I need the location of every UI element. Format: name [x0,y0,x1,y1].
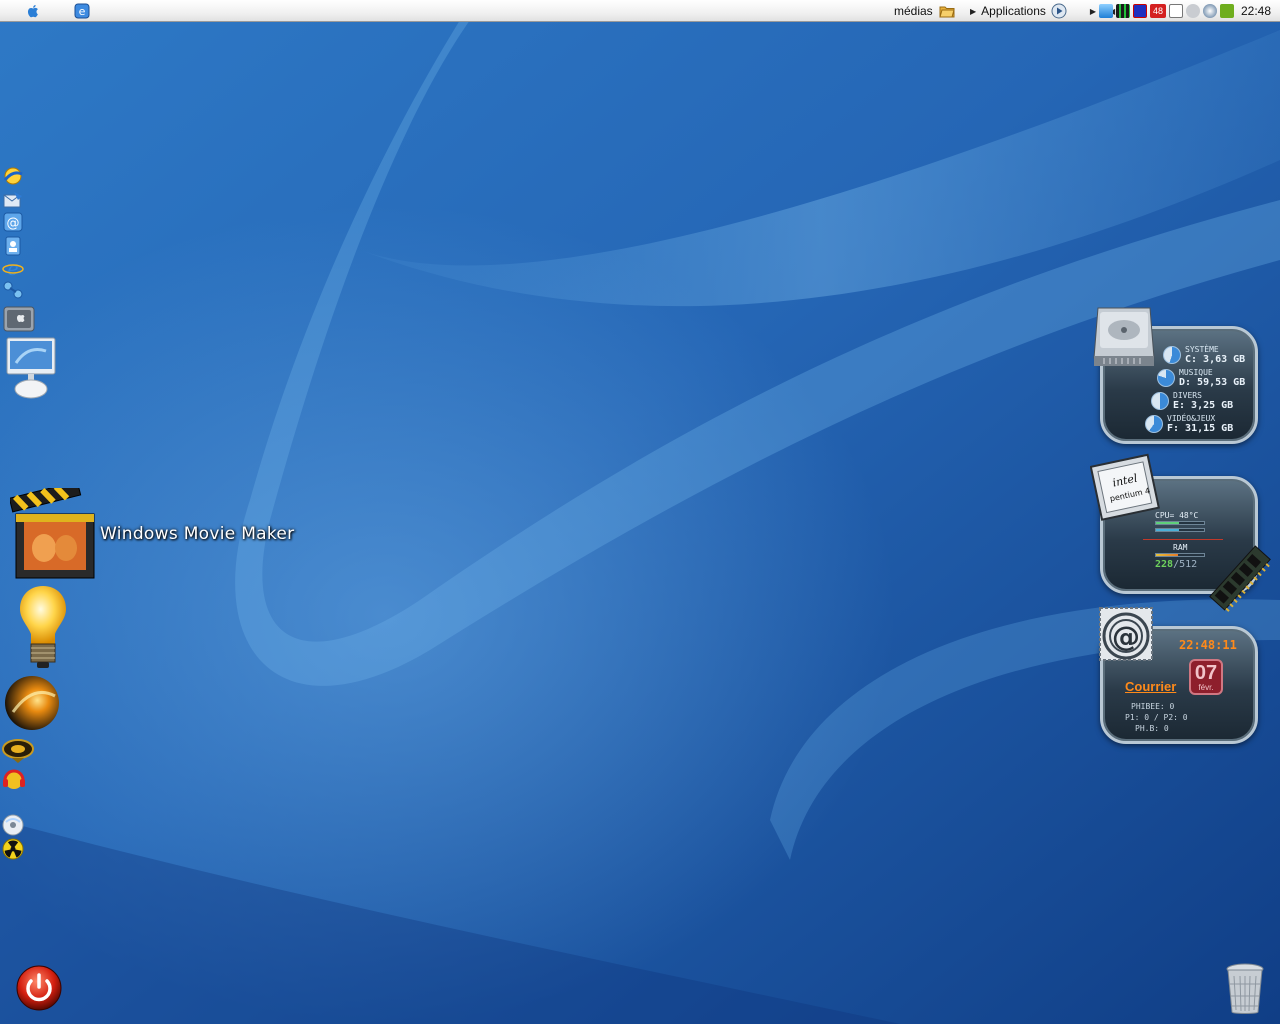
courrier-link[interactable]: Courrier [1125,679,1176,694]
hard-drive-icon [1093,307,1155,366]
cd-icon[interactable] [2,814,24,836]
cpu-meter-tray-icon[interactable] [1116,4,1130,18]
antivirus-tray-icon[interactable] [1133,4,1147,18]
folder-icon [939,6,955,18]
triangle-right-icon[interactable]: ▶ [1090,7,1096,16]
network-icon[interactable] [2,280,24,300]
cpu-usage-bar-2 [1155,528,1205,532]
svg-text:@: @ [1112,620,1140,653]
drive-usage-pie [1163,346,1181,364]
apple-menu-icon[interactable] [24,0,42,22]
address-book-icon[interactable] [2,236,24,256]
nvidia-tray-icon[interactable] [1220,4,1234,18]
ram-used: 228 [1155,559,1174,570]
lightbulb-icon[interactable] [16,584,70,672]
aim-icon[interactable] [2,166,24,186]
drive-size: C: 3,63 GB [1185,354,1246,365]
orb-icon[interactable] [3,674,61,732]
movie-maker-label[interactable]: Windows Movie Maker [100,524,294,544]
power-icon[interactable] [14,964,64,1012]
triangle-right-icon: ▶ [970,6,977,16]
svg-text:@: @ [7,216,20,231]
applications-menu[interactable]: ▶ Applications ▶ ◀ [970,0,1115,22]
top-menu-bar: e médias ▶ Applications ▶ ◀ 48 22:48 [0,0,1280,22]
mail-count-line: PHIBEE: 0 [1131,702,1175,711]
ram-label: RAM [1173,543,1188,552]
menubar-clock[interactable]: 22:48 [1241,0,1271,22]
movie-maker-icon[interactable] [10,488,98,582]
ram-readout: 228/512 [1155,559,1197,570]
drive-row[interactable]: MUSIQUE D: 59,53 GB [1157,368,1245,388]
internet-explorer-icon[interactable]: e [2,258,24,278]
temperature-tray-icon[interactable]: 48 [1150,4,1166,18]
speaker-icon[interactable] [2,738,34,764]
svg-text:e: e [7,258,18,278]
mail-count-line: P1: 0 / P2: 0 [1125,713,1188,722]
calendar-day: 07 [1194,661,1218,684]
imac-icon[interactable] [6,337,56,399]
drive-size: F: 31,15 GB [1167,423,1234,434]
mail-stamp-icon[interactable]: @ [1094,604,1158,668]
desktop-wallpaper [0,0,1280,1024]
security-tray-icon[interactable] [1169,4,1183,18]
calendar-date: 07 févr. [1189,659,1223,695]
drive-usage-pie [1145,415,1163,433]
mail-icon[interactable] [2,190,24,210]
system-tray: 48 [1099,0,1234,22]
svg-text:e: e [79,5,86,18]
mail-count-line: PH.B: 0 [1135,724,1169,733]
widget-clock: 22:48:11 [1179,638,1237,652]
volume-tray-icon[interactable] [1203,4,1217,18]
drive-row[interactable]: SYSTÈME C: 3,63 GB [1163,345,1245,365]
ram-total: /512 [1173,559,1198,570]
applications-label: Applications [981,4,1046,18]
headphones-icon[interactable] [2,768,26,790]
browser-quicklaunch-icon[interactable]: e [73,0,91,22]
medias-menu[interactable]: médias [894,0,955,22]
drive-size: E: 3,25 GB [1173,400,1234,411]
medias-label: médias [894,4,933,18]
drive-row[interactable]: DIVERS E: 3,25 GB [1151,391,1233,411]
trash-icon[interactable] [1224,962,1266,1016]
intel-pentium-4-icon: intelpentium 4 [1090,453,1160,521]
ram-usage-bar [1155,553,1205,557]
radiation-icon[interactable] [2,838,24,860]
printer-tray-icon[interactable] [1186,4,1200,18]
mac-hard-disk-icon[interactable] [3,305,35,333]
network-tray-icon[interactable] [1099,4,1113,18]
ram-module-icon [1209,545,1271,612]
drive-usage-pie [1157,369,1175,387]
drive-size: D: 59,53 GB [1179,377,1246,388]
media-play-icon[interactable] [1051,3,1067,19]
calendar-month: févr. [1198,682,1214,692]
cpu-usage-bar [1155,521,1205,525]
drive-usage-pie [1151,392,1169,410]
email-at-icon[interactable]: @ [2,212,24,232]
drive-row[interactable]: VIDÉO&JEUX F: 31,15 GB [1145,414,1233,434]
